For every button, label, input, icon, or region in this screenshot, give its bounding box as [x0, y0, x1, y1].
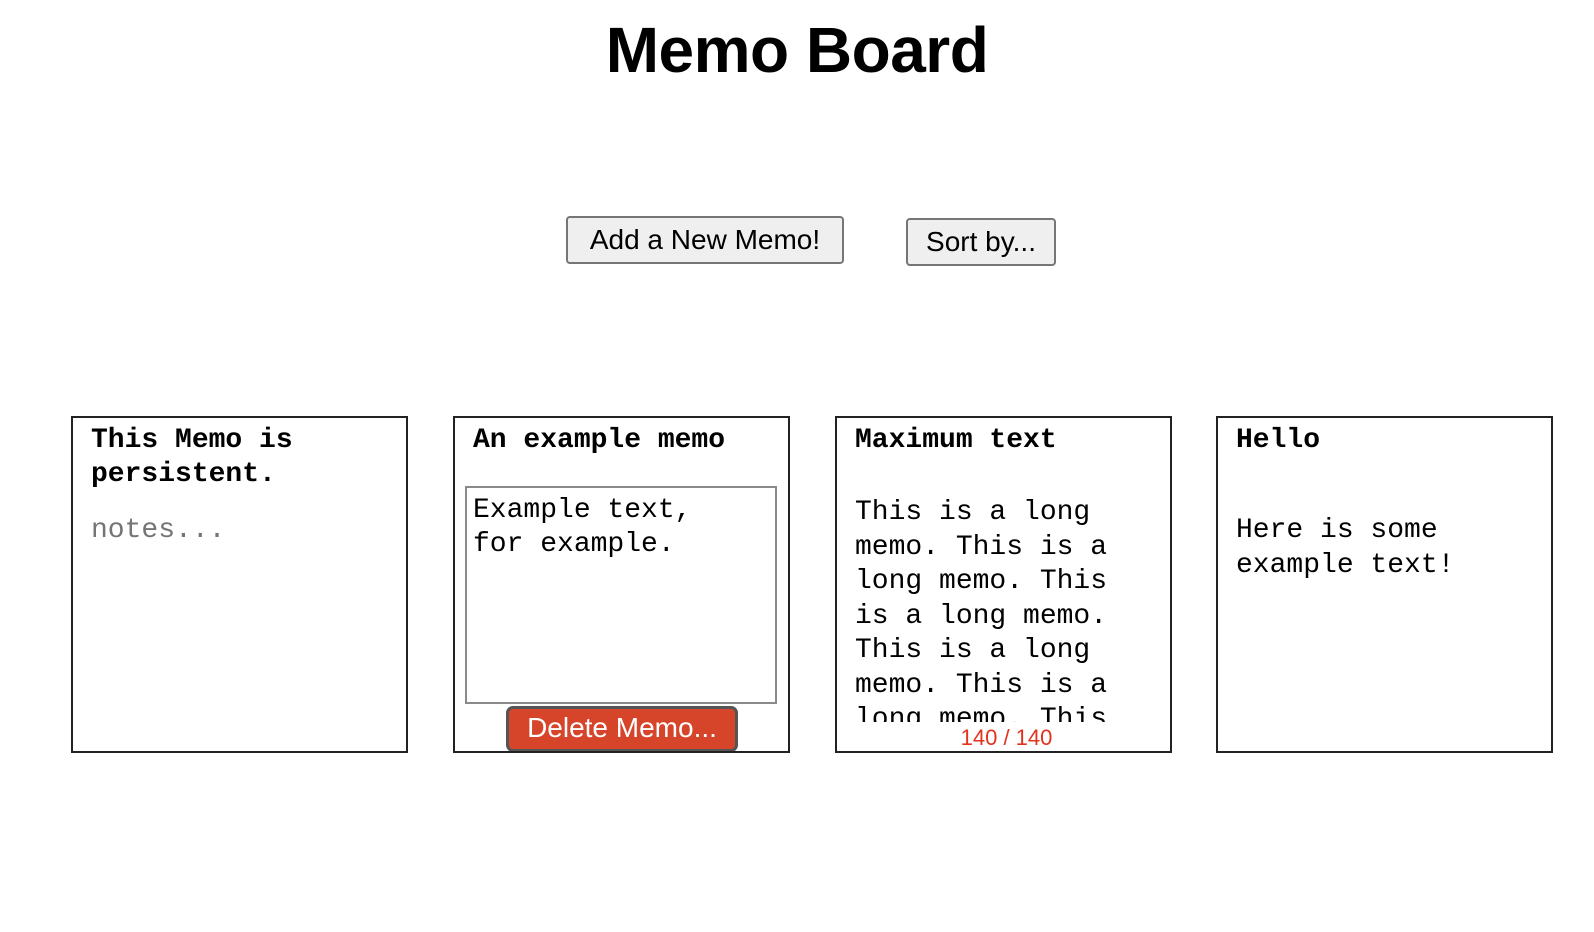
- character-counter: 140 / 140: [960, 725, 1053, 750]
- memo-notes-text[interactable]: Here is some example text!: [1236, 514, 1533, 583]
- memo-title[interactable]: Maximum text: [855, 424, 1152, 458]
- memo-notes-text[interactable]: This is a long memo. This is a long memo…: [855, 496, 1152, 722]
- memo-card: An example memo Example text, for exampl…: [453, 416, 790, 753]
- page-title: Memo Board: [605, 14, 989, 86]
- memo-notes-input[interactable]: notes...: [91, 514, 225, 548]
- add-memo-button[interactable]: Add a New Memo!: [566, 216, 844, 264]
- memo-card: Hello Here is some example text!: [1216, 416, 1553, 753]
- memo-title[interactable]: This Memo is persistent.: [91, 424, 388, 492]
- memo-card: This Memo is persistent. notes...: [71, 416, 408, 753]
- memo-card: Maximum text This is a long memo. This i…: [835, 416, 1172, 753]
- delete-memo-button[interactable]: Delete Memo...: [506, 706, 738, 751]
- memo-title[interactable]: Hello: [1236, 424, 1533, 458]
- memo-notes-textarea[interactable]: Example text, for example.: [465, 486, 777, 704]
- memo-title[interactable]: An example memo: [473, 424, 770, 458]
- sort-by-button[interactable]: Sort by...: [906, 218, 1056, 266]
